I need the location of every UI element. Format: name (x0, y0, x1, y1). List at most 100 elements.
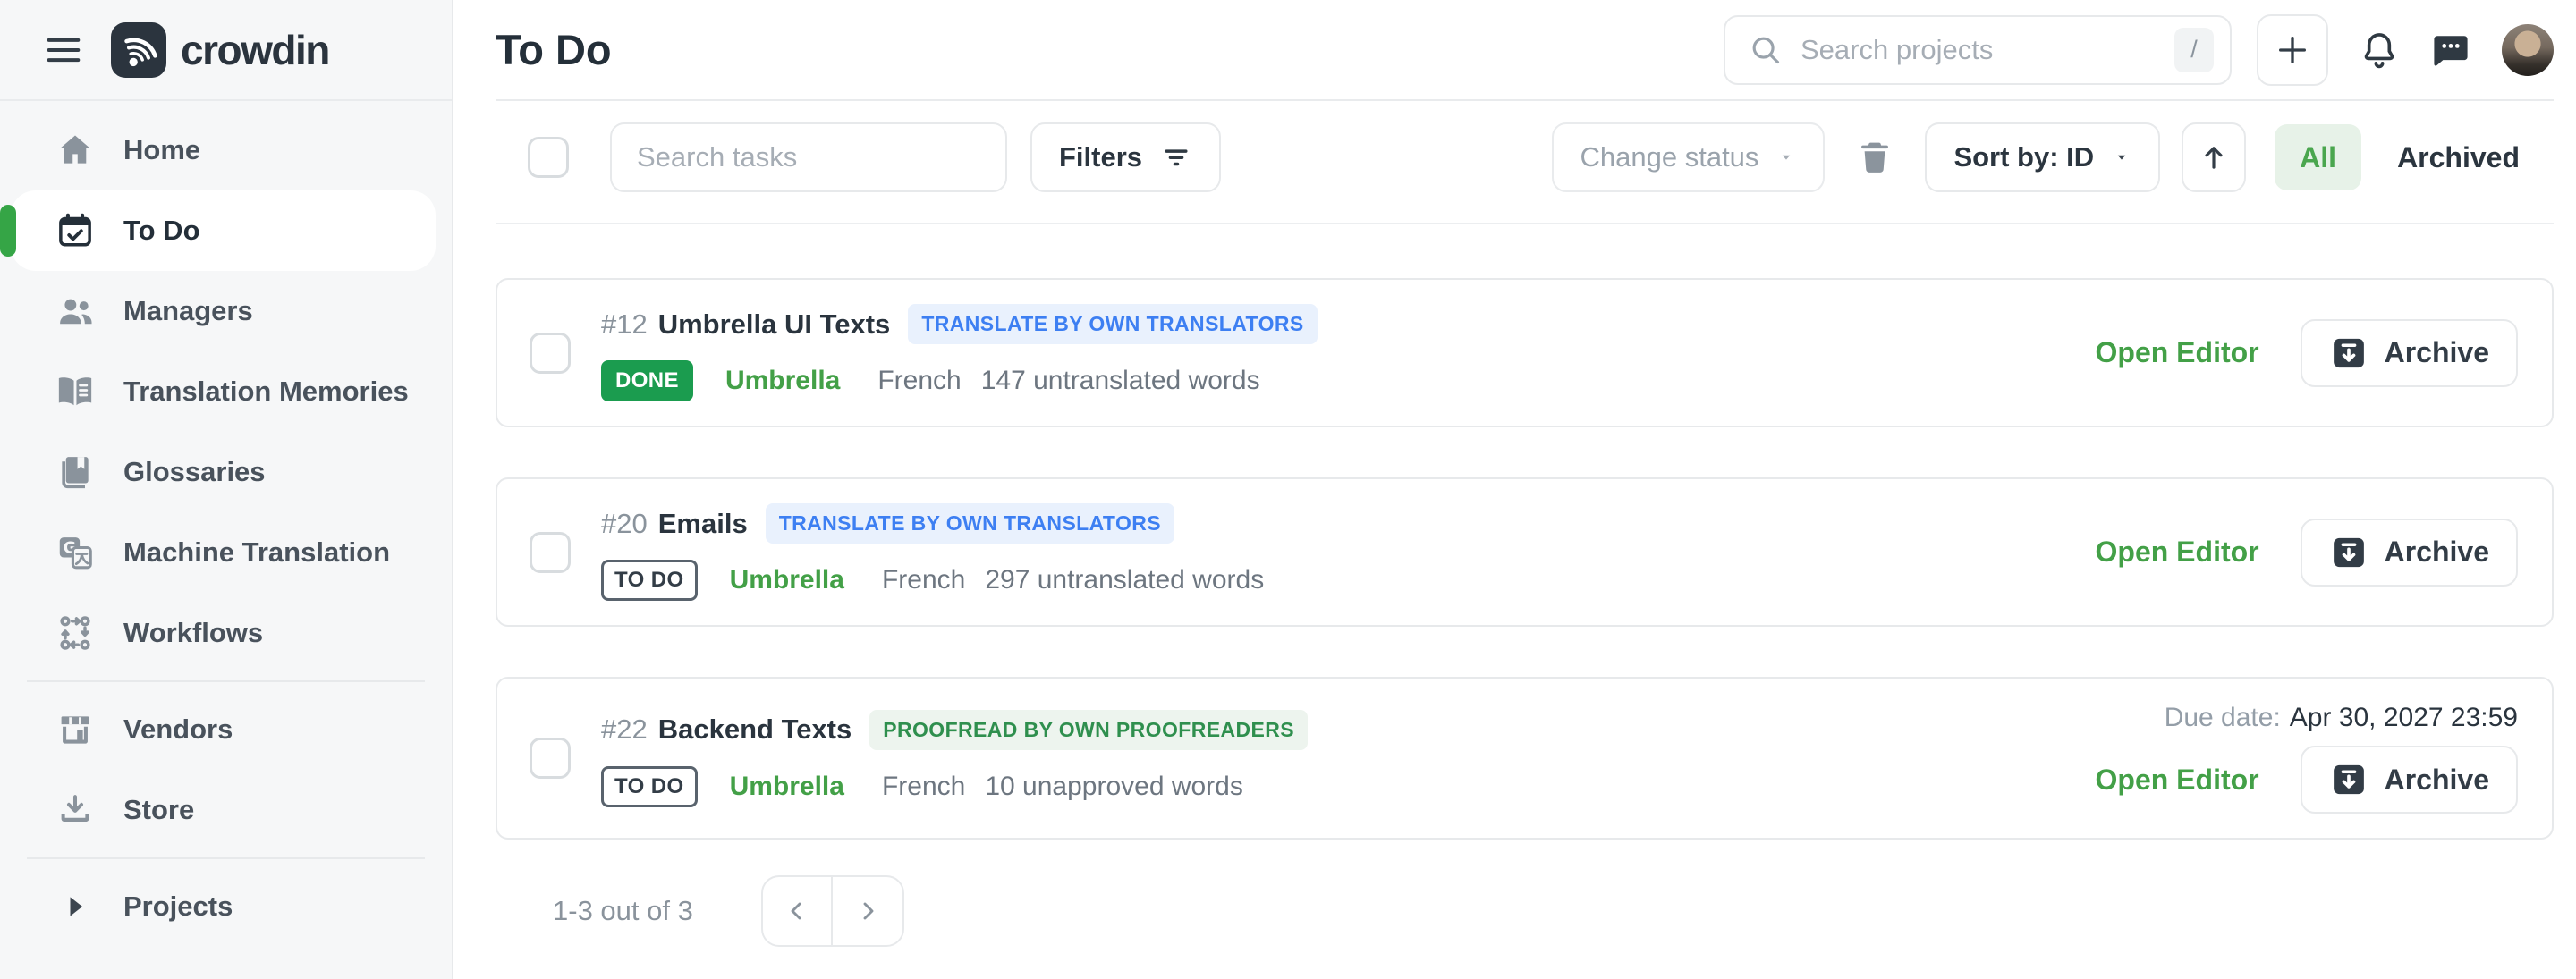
store-icon (55, 790, 95, 830)
sort-label: Sort by: ID (1953, 141, 2094, 173)
change-status-label: Change status (1580, 141, 1759, 173)
archive-label: Archive (2385, 336, 2489, 369)
sidebar-item-machine-translation[interactable]: G Machine Translation (0, 512, 436, 593)
tasks-toolbar: Filters Change status Sort by: ID (496, 101, 2554, 224)
crowdin-wordmark: crowdin (181, 26, 329, 74)
messages-chat-icon[interactable] (2430, 30, 2471, 71)
tab-archived[interactable]: Archived (2397, 141, 2520, 174)
previous-page-button[interactable] (763, 877, 833, 945)
task-word-count: 10 unapproved words (985, 772, 1243, 802)
hamburger-menu-icon[interactable] (43, 30, 84, 71)
chevron-right-icon (854, 898, 881, 924)
next-page-button[interactable] (833, 877, 902, 945)
sidebar-nav: Home To Do Managers Translation Memories… (0, 101, 452, 947)
task-project-link[interactable]: Umbrella (730, 565, 844, 595)
open-editor-link[interactable]: Open Editor (2096, 336, 2259, 369)
task-status-badge: TO DO (601, 766, 698, 807)
open-editor-link[interactable]: Open Editor (2096, 536, 2259, 569)
archive-icon (2329, 533, 2368, 572)
notifications-bell-icon[interactable] (2359, 30, 2400, 71)
tab-all[interactable]: All (2275, 124, 2361, 190)
filter-icon (1160, 141, 1192, 173)
search-projects-input[interactable] (1801, 34, 2157, 66)
main-content: To Do / (453, 0, 2576, 979)
chevron-down-icon (1776, 148, 1796, 167)
search-icon (1749, 33, 1783, 67)
todo-icon (55, 211, 95, 250)
workflows-icon (55, 613, 95, 653)
delete-tasks-button[interactable] (1855, 138, 1894, 177)
machine-translation-icon: G (55, 533, 95, 572)
task-word-count: 297 untranslated words (985, 565, 1264, 595)
task-title: Emails (658, 508, 748, 540)
task-language: French (882, 772, 965, 802)
sidebar-item-projects[interactable]: Projects (0, 866, 436, 947)
task-title: Umbrella UI Texts (658, 308, 891, 341)
translation-memories-icon (55, 372, 95, 411)
managers-icon (55, 291, 95, 331)
task-id: #22 (601, 713, 648, 746)
task-project-link[interactable]: Umbrella (730, 772, 844, 802)
task-status-badge: TO DO (601, 560, 698, 601)
vendors-icon (55, 710, 95, 749)
home-icon (55, 131, 95, 170)
archive-button[interactable]: Archive (2301, 746, 2518, 814)
select-all-checkbox[interactable] (528, 137, 569, 178)
task-title: Backend Texts (658, 713, 852, 746)
archive-label: Archive (2385, 764, 2489, 797)
page-title: To Do (496, 25, 612, 74)
filters-button[interactable]: Filters (1030, 122, 1221, 192)
task-language: French (877, 366, 961, 396)
shortcut-key-badge: / (2174, 28, 2214, 72)
open-editor-link[interactable]: Open Editor (2096, 764, 2259, 797)
task-id: #20 (601, 508, 648, 540)
sidebar-divider (27, 680, 425, 682)
task-language: French (882, 565, 965, 595)
user-avatar[interactable] (2502, 24, 2554, 76)
task-card: #22 Backend Texts PROOFREAD BY OWN PROOF… (496, 677, 2554, 840)
crowdin-logo[interactable]: crowdin (111, 22, 329, 78)
archive-icon (2329, 760, 2368, 799)
sidebar-item-to-do[interactable]: To Do (11, 190, 436, 271)
task-type-badge: PROOFREAD BY OWN PROOFREADERS (869, 710, 1308, 750)
sidebar-divider (27, 857, 425, 859)
filters-label: Filters (1059, 141, 1142, 173)
task-checkbox[interactable] (530, 532, 571, 573)
task-list: #12 Umbrella UI Texts TRANSLATE BY OWN T… (496, 278, 2554, 840)
sidebar: crowdin Home To Do Managers Translation … (0, 0, 453, 979)
create-project-button[interactable] (2257, 14, 2328, 86)
archive-button[interactable]: Archive (2301, 519, 2518, 587)
task-checkbox[interactable] (530, 738, 571, 779)
search-tasks-input[interactable] (610, 122, 1007, 192)
task-status-badge: DONE (601, 360, 693, 401)
sidebar-item-translation-memories[interactable]: Translation Memories (0, 351, 436, 432)
sort-dropdown[interactable]: Sort by: ID (1925, 122, 2160, 192)
sidebar-item-managers[interactable]: Managers (0, 271, 436, 351)
task-card: #12 Umbrella UI Texts TRANSLATE BY OWN T… (496, 278, 2554, 427)
sidebar-item-workflows[interactable]: Workflows (0, 593, 436, 673)
task-type-badge: TRANSLATE BY OWN TRANSLATORS (908, 304, 1317, 344)
pagination-summary: 1-3 out of 3 (553, 895, 693, 927)
sidebar-item-store[interactable]: Store (0, 770, 436, 850)
archive-button[interactable]: Archive (2301, 319, 2518, 387)
pagination: 1-3 out of 3 (553, 875, 2554, 947)
sidebar-item-vendors[interactable]: Vendors (0, 689, 436, 770)
project-search: / (1724, 15, 2232, 85)
task-checkbox[interactable] (530, 333, 571, 374)
task-project-link[interactable]: Umbrella (725, 366, 840, 396)
change-status-dropdown[interactable]: Change status (1552, 122, 1826, 192)
pager (761, 875, 904, 947)
task-card: #20 Emails TRANSLATE BY OWN TRANSLATORS … (496, 477, 2554, 627)
projects-icon (55, 887, 95, 926)
archive-icon (2329, 333, 2368, 373)
sidebar-item-glossaries[interactable]: Glossaries (0, 432, 436, 512)
task-word-count: 147 untranslated words (981, 366, 1260, 396)
sort-direction-button[interactable] (2182, 122, 2246, 192)
sidebar-item-home[interactable]: Home (0, 110, 436, 190)
arrow-up-icon (2198, 141, 2230, 173)
task-due-date: Due date:Apr 30, 2027 23:59 (2165, 703, 2518, 733)
crowdin-logo-icon (111, 22, 166, 78)
main-header: To Do / (496, 0, 2554, 101)
task-type-badge: TRANSLATE BY OWN TRANSLATORS (766, 503, 1174, 544)
chevron-down-icon (2112, 148, 2131, 167)
